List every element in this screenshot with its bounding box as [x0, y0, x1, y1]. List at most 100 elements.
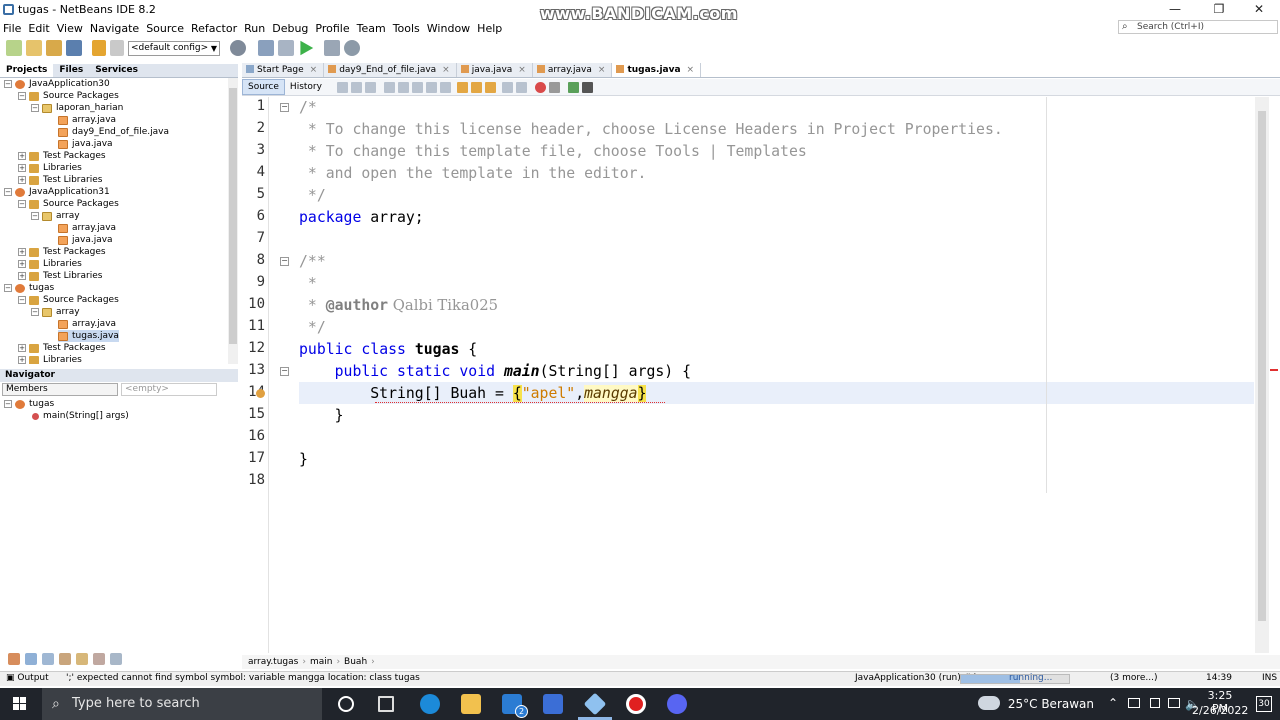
filter-alpha-icon[interactable] [110, 653, 122, 665]
cortana-icon[interactable] [338, 696, 354, 712]
tab-projects[interactable]: Projects [0, 64, 54, 77]
clean-build-icon[interactable] [278, 40, 294, 56]
next-bookmark-icon[interactable] [470, 81, 482, 93]
editor-tab[interactable]: day9_End_of_file.java × [324, 63, 457, 77]
netbeans-taskbar-icon[interactable] [583, 692, 607, 716]
bandicam-icon[interactable] [626, 694, 646, 714]
run-task-label[interactable]: JavaApplication30 (run) #4 [855, 673, 977, 683]
expand-icon[interactable]: + [18, 260, 26, 268]
menu-item-debug[interactable]: Debug [269, 22, 312, 35]
editor-tab[interactable]: tugas.java × [612, 63, 702, 77]
menu-item-tools[interactable]: Tools [390, 22, 424, 35]
menu-item-navigate[interactable]: Navigate [87, 22, 143, 35]
start-macro-icon[interactable] [534, 81, 546, 93]
shift-left-icon[interactable] [501, 81, 513, 93]
tree-item[interactable]: java.java [58, 234, 113, 246]
open-project-icon[interactable] [46, 40, 62, 56]
build-icon[interactable] [258, 40, 274, 56]
tree-item[interactable]: array.java [58, 114, 116, 126]
editor-scrollbar[interactable] [1255, 97, 1269, 653]
find-next-icon[interactable] [397, 81, 409, 93]
output-toggle-button[interactable]: ▣ Output [6, 673, 49, 683]
tree-item[interactable]: + Test Packages [18, 246, 106, 258]
collapse-icon[interactable]: − [18, 92, 26, 100]
expand-icon[interactable]: + [18, 248, 26, 256]
toggle-highlight-icon[interactable] [425, 81, 437, 93]
tree-item[interactable]: + Libraries [18, 162, 82, 174]
fold-toggle-icon[interactable]: − [280, 257, 289, 266]
stop-macro-icon[interactable] [548, 81, 560, 93]
tree-item[interactable]: − JavaApplication31 [4, 186, 110, 198]
debug-icon[interactable] [324, 40, 340, 56]
editor-tab[interactable]: java.java × [456, 63, 533, 77]
collapse-icon[interactable]: − [4, 284, 12, 292]
file-explorer-icon[interactable] [461, 694, 481, 714]
menu-item-edit[interactable]: Edit [25, 22, 53, 35]
run-icon[interactable] [300, 40, 314, 56]
error-stripe-mark[interactable] [1270, 369, 1278, 371]
filter-private-icon[interactable] [42, 653, 54, 665]
toggle-bookmark-icon[interactable] [484, 81, 496, 93]
clock-date[interactable]: 2/26/2022 [1192, 704, 1248, 717]
expand-icon[interactable]: + [18, 272, 26, 280]
collapse-icon[interactable]: − [18, 200, 26, 208]
profile-icon[interactable] [344, 40, 360, 56]
toggle-rect-select-icon[interactable] [439, 81, 451, 93]
notifications-button[interactable]: 30 [1256, 696, 1272, 712]
expand-icon[interactable]: + [18, 164, 26, 172]
menu-item-file[interactable]: File [0, 22, 25, 35]
device-icon[interactable] [1128, 698, 1140, 708]
comment-icon[interactable] [567, 81, 579, 93]
tree-item[interactable]: + Test Packages [18, 150, 106, 162]
uncomment-icon[interactable] [581, 81, 593, 93]
search-input[interactable]: ⌕ Search (Ctrl+I) [1118, 20, 1278, 34]
editor-tab[interactable]: array.java × [532, 63, 613, 77]
tree-item[interactable]: + Test Libraries [18, 270, 102, 282]
tab-files[interactable]: Files [53, 64, 89, 77]
collapse-icon[interactable]: − [31, 212, 39, 220]
expand-icon[interactable]: + [18, 344, 26, 352]
more-tasks-link[interactable]: (3 more...) [1110, 673, 1158, 683]
save-all-icon[interactable] [66, 40, 82, 56]
code-editor[interactable]: /* * To change this license header, choo… [299, 97, 1254, 653]
close-tab-icon[interactable]: × [687, 65, 695, 75]
new-project-icon[interactable] [6, 40, 22, 56]
minimize-button[interactable]: — [1160, 2, 1190, 18]
expand-icon[interactable]: + [18, 152, 26, 160]
collapse-icon[interactable]: − [18, 296, 26, 304]
weather-text[interactable]: 25°C Berawan [1008, 697, 1094, 711]
tree-item[interactable]: day9_End_of_file.java [58, 126, 169, 138]
menu-item-window[interactable]: Window [424, 22, 474, 35]
tree-item[interactable]: java.java [58, 138, 113, 150]
tab-source[interactable]: Source [242, 79, 285, 95]
filter-fields-icon[interactable] [8, 653, 20, 665]
new-file-icon[interactable] [26, 40, 42, 56]
tree-item[interactable]: − Source Packages [18, 198, 119, 210]
discord-icon[interactable] [667, 694, 687, 714]
tree-item[interactable]: + Libraries [18, 258, 82, 270]
menu-item-help[interactable]: Help [474, 22, 506, 35]
tab-history[interactable]: History [285, 80, 327, 94]
navigator-method[interactable]: main(String[] args) [32, 410, 129, 422]
menu-item-source[interactable]: Source [143, 22, 188, 35]
navigator-filter-select[interactable]: Members [2, 383, 118, 396]
editor-tab[interactable]: Start Page × [242, 63, 325, 77]
undo-icon[interactable] [92, 40, 106, 56]
prev-bookmark-icon[interactable] [456, 81, 468, 93]
camtasia-icon[interactable] [543, 694, 563, 714]
menu-item-profile[interactable]: Profile [312, 22, 353, 35]
breadcrumb-item[interactable]: Buah [344, 657, 367, 667]
tree-item[interactable]: tugas.java [58, 330, 119, 342]
breadcrumb-item[interactable]: main [310, 657, 333, 667]
tree-item[interactable]: array.java [58, 222, 116, 234]
close-button[interactable]: ✕ [1244, 2, 1274, 18]
menu-item-team[interactable]: Team [354, 22, 390, 35]
tree-item[interactable]: − Source Packages [18, 294, 119, 306]
battery-icon[interactable] [1150, 698, 1160, 708]
tree-item[interactable]: − array [31, 306, 80, 318]
menu-item-refactor[interactable]: Refactor [188, 22, 241, 35]
last-edit-icon[interactable] [336, 81, 348, 93]
tree-item[interactable]: − JavaApplication30 [4, 78, 110, 90]
project-tree-scrollbar[interactable] [228, 78, 238, 364]
filter-inherited-icon[interactable] [59, 653, 71, 665]
